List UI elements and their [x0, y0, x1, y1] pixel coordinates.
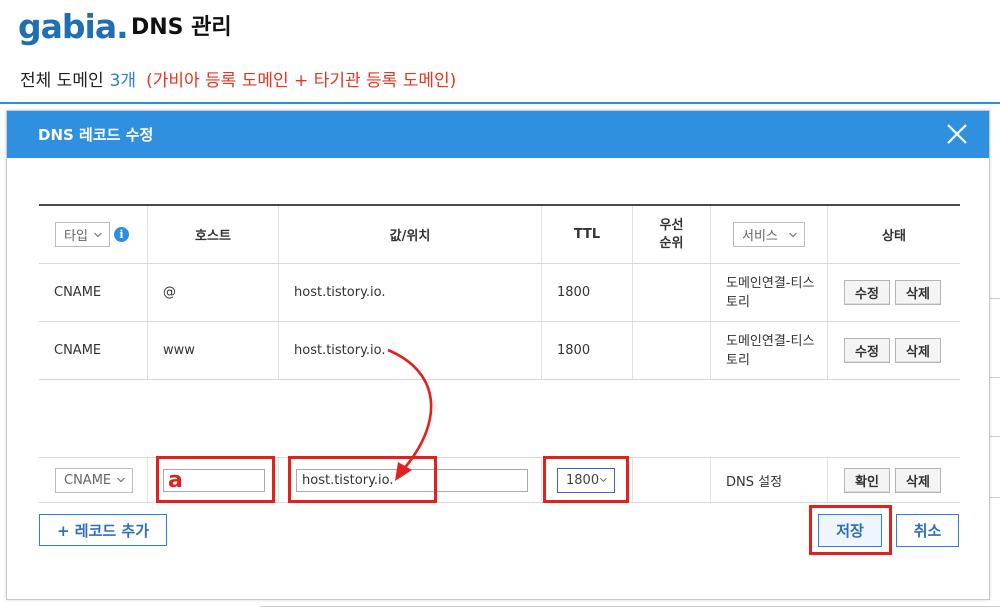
- annotation-arrow: [387, 348, 433, 481]
